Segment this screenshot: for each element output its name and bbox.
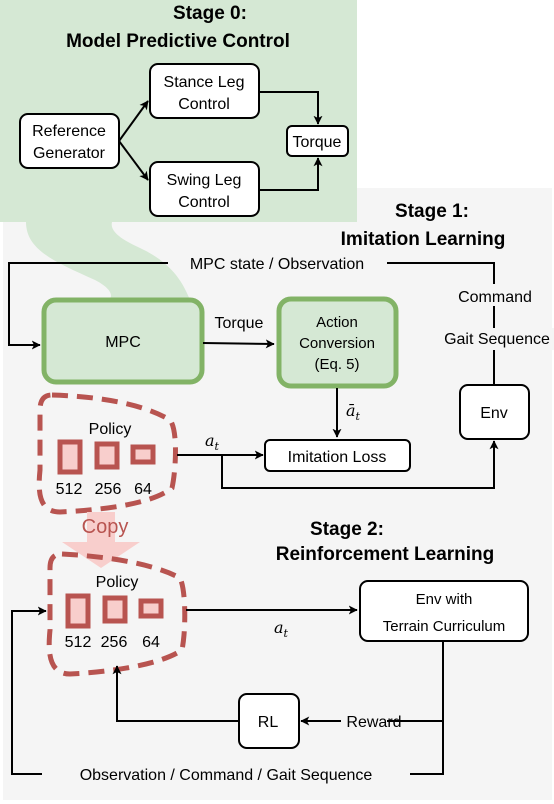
env-node[interactable]: Env [459, 384, 530, 440]
stage0-title-line1: Stage 0: [173, 3, 247, 24]
stage0-title-line2: Model Predictive Control [66, 31, 290, 52]
torque-label: Torque [293, 134, 342, 151]
action-conversion-node[interactable]: Action Conversion (Eq. 5) [276, 296, 399, 389]
stance-leg-label-1: Stance Leg [164, 74, 245, 91]
reference-generator-node[interactable]: Reference Generator [19, 113, 120, 169]
env-terrain-curriculum-node[interactable]: Env with Terrain Curriculum [359, 580, 529, 642]
env-label: Env [480, 405, 508, 422]
training-pipeline-diagram: Stage 0: Model Predictive Control Refere… [0, 0, 554, 800]
stage1-title-line2: Imitation Learning [341, 229, 506, 250]
rl-label: RL [258, 714, 279, 731]
gait-sequence-label: Gait Sequence [444, 331, 550, 348]
reference-generator-label-2: Generator [33, 145, 106, 162]
layer-256-label: 256 [101, 634, 128, 651]
layer-512-label: 512 [56, 481, 83, 498]
stance-leg-control-node[interactable]: Stance Leg Control [149, 63, 260, 119]
layer-64 [130, 444, 156, 465]
stage2-title-line2: Reinforcement Learning [276, 544, 495, 565]
stance-leg-label-2: Control [178, 96, 230, 113]
torque-edge-label: Torque [215, 315, 264, 332]
action-conversion-label-1: Action [316, 314, 358, 331]
swing-leg-label-2: Control [178, 194, 230, 211]
policy-title-stage2: Policy [96, 574, 139, 591]
layer-256 [102, 595, 128, 624]
imitation-loss-label: Imitation Loss [288, 449, 387, 466]
mpc-label: MPC [105, 334, 141, 351]
stage1-title-line1: Stage 1: [395, 201, 469, 222]
stage2-title-line1: Stage 2: [310, 519, 384, 540]
layer-512 [65, 593, 91, 629]
layer-512 [57, 439, 83, 475]
swing-leg-control-node[interactable]: Swing Leg Control [149, 161, 260, 217]
imitation-loss-node[interactable]: Imitation Loss [264, 439, 411, 472]
layer-64-label: 64 [134, 481, 152, 498]
reward-label: Reward [346, 714, 401, 731]
layer-256 [94, 441, 120, 470]
mpc-node[interactable]: MPC [41, 297, 205, 385]
mpc-state-label: MPC state / Observation [190, 256, 364, 273]
layer-64-label: 64 [142, 634, 160, 651]
copy-label: Copy [82, 516, 129, 538]
action-conversion-label-3: (Eq. 5) [314, 356, 359, 373]
layer-64 [138, 598, 164, 619]
observation-feedback-label: Observation / Command / Gait Sequence [80, 767, 373, 784]
swing-leg-label-1: Swing Leg [167, 172, 242, 189]
layer-512-label: 512 [65, 634, 92, 651]
torque-node[interactable]: Torque [286, 125, 349, 157]
policy-title-stage1: Policy [89, 421, 132, 438]
reference-generator-label-1: Reference [32, 123, 106, 140]
command-label: Command [458, 289, 532, 306]
env-terrain-label-1: Env with [416, 591, 473, 608]
mpc-to-conversion-edge [202, 339, 275, 349]
rl-node[interactable]: RL [238, 693, 300, 749]
action-conversion-label-2: Conversion [299, 335, 375, 352]
env-terrain-label-2: Terrain Curriculum [383, 618, 506, 635]
layer-256-label: 256 [95, 481, 122, 498]
